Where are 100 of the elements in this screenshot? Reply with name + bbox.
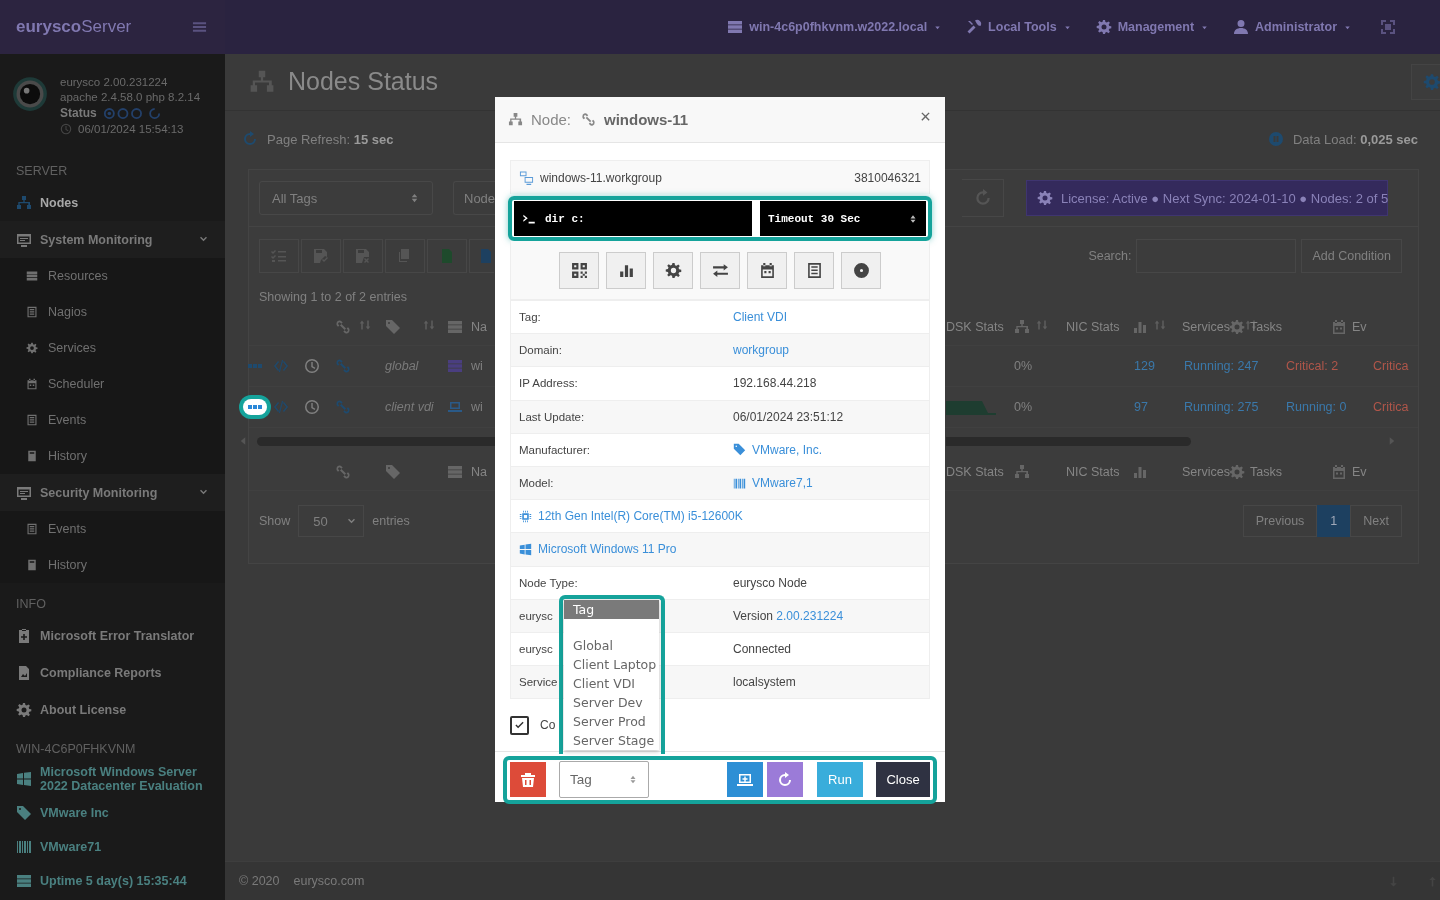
code-icon[interactable] — [273, 399, 289, 415]
clock-icon[interactable] — [304, 358, 320, 374]
dropdown-option[interactable]: Tag — [564, 600, 659, 619]
checkbox[interactable] — [510, 715, 529, 735]
property-link[interactable]: VMware7,1 — [752, 476, 813, 491]
close-button[interactable]: Close — [876, 762, 930, 798]
site-link[interactable]: eurysco.com — [293, 874, 365, 888]
dropdown-option[interactable]: Server Stage — [564, 731, 659, 750]
column-header[interactable]: Ev — [1352, 320, 1418, 334]
sidebar-item[interactable]: Uptime 5 day(s) 15:35:44 — [0, 864, 225, 898]
sidebar-item[interactable]: VMware Inc — [0, 796, 225, 830]
sidebar-item[interactable]: Nodes — [0, 184, 225, 221]
sort-icon[interactable] — [423, 319, 435, 331]
menu-icon[interactable] — [192, 19, 207, 35]
command-field[interactable]: dir c: — [514, 201, 752, 236]
table-cell-text: Running: 275 — [1184, 400, 1260, 414]
toolbar-button[interactable] — [385, 239, 425, 273]
sidebar-item[interactable]: Compliance Reports — [0, 654, 225, 691]
sidebar-subitem[interactable]: History — [0, 547, 225, 583]
sidebar-item[interactable]: Microsoft Error Translator — [0, 617, 225, 654]
run-button[interactable]: Run — [817, 762, 863, 798]
csv-file-icon — [478, 248, 494, 264]
clock-icon[interactable] — [304, 399, 320, 415]
dropdown-option[interactable]: Server Dev — [564, 693, 659, 712]
top-menu[interactable]: win-4c6p0fhkvnm.w2022.local — [727, 19, 943, 35]
delete-button[interactable] — [510, 762, 546, 798]
close-icon[interactable] — [920, 111, 931, 122]
dropdown-option[interactable]: Client Laptop — [564, 655, 659, 674]
pagination-link[interactable]: Next — [1350, 505, 1402, 537]
page-size-select[interactable]: 50 — [298, 505, 365, 537]
top-menu[interactable]: Management — [1095, 19, 1210, 35]
tool-button[interactable] — [700, 251, 740, 289]
sidebar-item[interactable]: System Monitoring — [0, 221, 225, 258]
tool-button[interactable] — [747, 251, 787, 289]
sidebar-item[interactable]: About License — [0, 691, 225, 728]
top-menu[interactable]: Administrator — [1233, 19, 1352, 35]
property-link[interactable]: VMware, Inc. — [752, 442, 823, 457]
property-link[interactable]: 12th Gen Intel(R) Core(TM) i5-12600K — [538, 509, 743, 524]
link-icon[interactable] — [335, 399, 351, 415]
column-header[interactable]: NIC Stats — [1066, 320, 1132, 334]
column-header[interactable]: Tasks — [1250, 320, 1331, 334]
add-condition-button[interactable]: Add Condition — [1301, 239, 1402, 273]
toolbar-button[interactable] — [427, 239, 467, 273]
toolbar-button[interactable] — [301, 239, 341, 273]
sidebar-subitem[interactable]: Nagios — [0, 294, 225, 330]
fullscreen-icon[interactable] — [1380, 19, 1396, 35]
tool-button[interactable] — [841, 251, 881, 289]
code-icon[interactable] — [273, 358, 289, 374]
reload-button[interactable] — [962, 179, 1004, 217]
property-link[interactable]: workgroup — [733, 343, 790, 358]
sidebar-subitem[interactable]: Resources — [0, 258, 225, 294]
sidebar-subitem[interactable]: Events — [0, 402, 225, 438]
pagination-link[interactable]: 1 — [1317, 505, 1351, 537]
dropdown-option[interactable]: Client VDI — [564, 674, 659, 693]
scrollbar-thumb[interactable] — [257, 436, 496, 446]
sidebar-item[interactable]: Microsoft Windows Server 2022 Datacenter Evaluation — [0, 762, 225, 796]
sidebar-item[interactable]: VMware71 — [0, 830, 225, 864]
sort-icon[interactable] — [1154, 319, 1166, 331]
pause-icon[interactable] — [1267, 131, 1284, 147]
barcode-icon — [733, 476, 746, 490]
dropdown-option[interactable]: Global — [564, 636, 659, 655]
sort-icon[interactable] — [1036, 319, 1048, 331]
monitor-icon — [16, 231, 32, 248]
scrollbar-thumb[interactable] — [946, 436, 1191, 446]
refresh-icon[interactable] — [242, 131, 258, 147]
tool-button[interactable] — [794, 251, 834, 289]
link-icon[interactable] — [335, 358, 351, 374]
toolbar-button[interactable] — [469, 239, 494, 273]
sidebar-item[interactable]: Security Monitoring — [0, 474, 225, 511]
sidebar-subitem[interactable]: Events — [0, 511, 225, 547]
refresh-button[interactable] — [767, 762, 803, 798]
dropdown-option[interactable]: Server Prod — [564, 712, 659, 731]
tag-select[interactable]: Tag — [559, 761, 649, 799]
timeout-select[interactable]: Timeout 30 Sec — [760, 201, 926, 236]
tool-button[interactable] — [606, 251, 646, 289]
clock-icon — [60, 123, 72, 135]
link-icon — [581, 112, 597, 127]
toolbar-button[interactable] — [259, 239, 299, 273]
tag-filter-select[interactable]: All Tags — [259, 181, 433, 215]
sidebar-subitem[interactable]: Scheduler — [0, 366, 225, 402]
entries-info: Showing 1 to 2 of 2 entries — [259, 290, 407, 304]
column-header[interactable]: Na — [471, 320, 496, 334]
hierarchy-icon — [1014, 464, 1030, 480]
tag-icon — [385, 464, 401, 480]
brand-logo[interactable]: euryscoServer — [16, 17, 132, 37]
sidebar-subitem[interactable]: Services — [0, 330, 225, 366]
property-link[interactable]: Client VDI — [733, 310, 788, 325]
toolbar-button[interactable] — [343, 239, 383, 273]
tool-button[interactable] — [559, 251, 599, 289]
dialog-title: windows-11 — [604, 111, 689, 128]
tool-button[interactable] — [653, 251, 693, 289]
sidebar-subitem[interactable]: History — [0, 438, 225, 474]
column-header[interactable]: Services — [1182, 320, 1229, 334]
settings-button[interactable] — [1411, 64, 1440, 100]
pagination-link[interactable]: Previous — [1242, 505, 1318, 537]
top-menu[interactable]: Local Tools — [966, 19, 1072, 35]
property-link[interactable]: Microsoft Windows 11 Pro — [538, 542, 677, 557]
column-header[interactable]: DSK Stats — [946, 320, 1014, 334]
remote-desktop-button[interactable] — [727, 762, 763, 798]
sort-icon[interactable] — [359, 319, 371, 331]
